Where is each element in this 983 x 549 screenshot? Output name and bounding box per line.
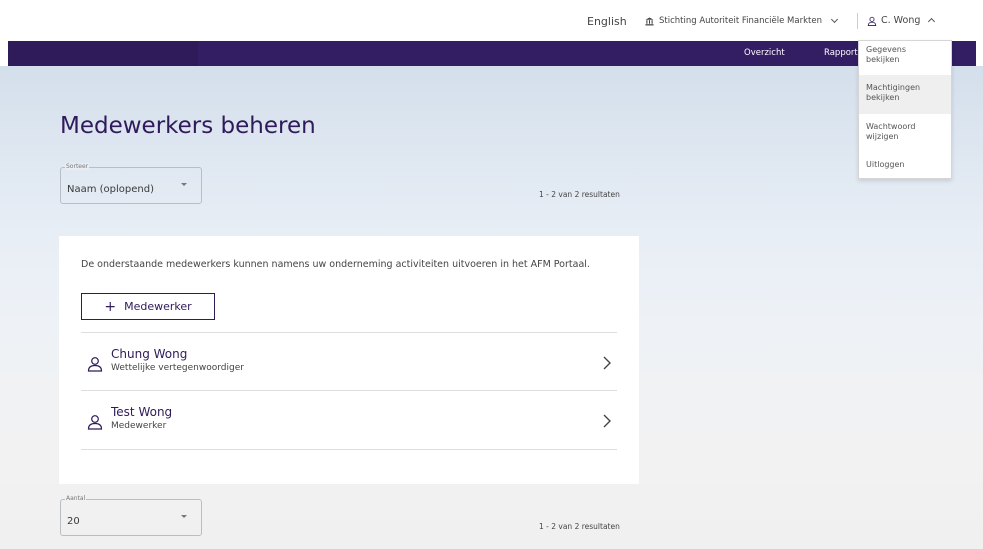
language-switch-link[interactable]: English bbox=[587, 15, 627, 28]
menu-item-label: bekijken bbox=[866, 93, 900, 102]
employee-role: Medewerker bbox=[111, 421, 167, 431]
menu-item-label: bekijken bbox=[866, 55, 900, 64]
employee-role: Wettelijke vertegenwoordiger bbox=[111, 363, 244, 373]
caret-down-icon bbox=[181, 515, 187, 518]
page-title: Medewerkers beheren bbox=[60, 113, 316, 139]
menu-item-label: Wachtwoord bbox=[866, 122, 916, 131]
bank-building-icon bbox=[645, 16, 654, 25]
logo-area bbox=[8, 41, 198, 66]
menu-item-uitloggen[interactable]: Uitloggen bbox=[859, 152, 951, 178]
top-utility-bar: English Stichting Autoriteit Financiële … bbox=[0, 0, 983, 41]
person-icon bbox=[87, 357, 103, 372]
person-icon bbox=[87, 415, 103, 430]
chevron-right-icon bbox=[603, 356, 611, 370]
sort-select-value: Naam (oplopend) bbox=[67, 184, 155, 195]
menu-item-wachtwoord-wijzigen[interactable]: Wachtwoord wijzigen bbox=[859, 114, 951, 152]
plus-icon: + bbox=[104, 298, 117, 315]
sort-select-label: Sorteer bbox=[65, 163, 90, 170]
user-name: C. Wong bbox=[881, 15, 921, 26]
menu-item-label: wijzigen bbox=[866, 132, 899, 141]
menu-item-label: Gegevens bbox=[866, 45, 907, 54]
employees-intro-text: De onderstaande medewerkers kunnen namen… bbox=[81, 259, 590, 270]
chevron-down-icon bbox=[830, 15, 839, 24]
nav-item-rapport[interactable]: Rapport bbox=[824, 48, 858, 58]
add-employee-label: Medewerker bbox=[124, 300, 192, 313]
employee-row[interactable]: Test Wong Medewerker bbox=[81, 391, 617, 448]
menu-item-gegevens-bekijken[interactable]: Gegevens bekijken bbox=[859, 41, 951, 75]
page-size-select[interactable]: Aantal 20 bbox=[60, 495, 202, 536]
divider bbox=[81, 449, 617, 450]
menu-item-label: Machtigingen bbox=[866, 83, 921, 92]
employee-name: Chung Wong bbox=[111, 347, 188, 361]
employee-row[interactable]: Chung Wong Wettelijke vertegenwoordiger bbox=[81, 333, 617, 390]
person-icon bbox=[867, 16, 877, 26]
nav-item-overzicht[interactable]: Overzicht bbox=[744, 48, 785, 58]
chevron-up-icon bbox=[928, 17, 936, 26]
add-employee-button[interactable]: + Medewerker bbox=[81, 293, 215, 320]
caret-down-icon bbox=[181, 183, 187, 186]
divider bbox=[857, 13, 858, 29]
user-dropdown-menu: Gegevens bekijken Machtigingen bekijken … bbox=[858, 40, 952, 179]
organization-name: Stichting Autoriteit Financiële Markten bbox=[659, 16, 822, 26]
menu-item-machtigingen-bekijken[interactable]: Machtigingen bekijken bbox=[859, 75, 951, 114]
results-count-bottom: 1 - 2 van 2 resultaten bbox=[539, 522, 620, 531]
user-menu-toggle[interactable]: C. Wong bbox=[867, 15, 936, 26]
organization-selector[interactable]: Stichting Autoriteit Financiële Markten bbox=[645, 15, 839, 26]
employees-card: De onderstaande medewerkers kunnen namen… bbox=[59, 236, 639, 484]
page-size-select-label: Aantal bbox=[65, 495, 87, 502]
sort-select[interactable]: Sorteer Naam (oplopend) bbox=[60, 163, 202, 204]
page-size-select-value: 20 bbox=[67, 516, 80, 527]
employee-name: Test Wong bbox=[111, 405, 173, 419]
menu-item-label: Uitloggen bbox=[866, 160, 905, 169]
chevron-right-icon bbox=[603, 414, 611, 428]
results-count-top: 1 - 2 van 2 resultaten bbox=[539, 190, 620, 199]
